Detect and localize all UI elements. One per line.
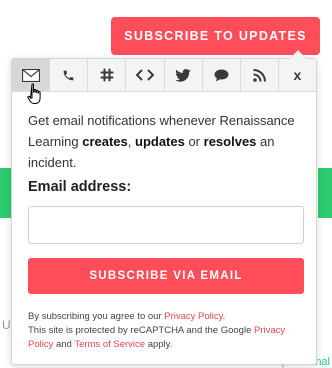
chat-bubble-icon — [214, 69, 229, 82]
slack-icon — [100, 68, 114, 82]
fine-print-text: . — [222, 311, 226, 322]
close-icon: x — [293, 67, 302, 83]
description-keyword-updates: updates — [135, 134, 185, 149]
rss-icon — [253, 68, 266, 82]
email-input[interactable] — [28, 206, 304, 244]
subscription-description: Get email notifications whenever Renaiss… — [28, 110, 300, 173]
tab-close[interactable]: x — [279, 59, 316, 91]
description-separator: , — [127, 134, 135, 149]
description-keyword-creates: creates — [82, 134, 128, 149]
subscribe-popup: x Get email notifications whenever Renai… — [11, 50, 317, 365]
tab-slack[interactable] — [88, 59, 127, 91]
fine-print-text: apply. — [145, 339, 173, 350]
popup-body: Get email notifications whenever Renaiss… — [12, 92, 316, 352]
privacy-policy-link[interactable]: Privacy Policy — [164, 311, 222, 322]
tab-support[interactable] — [203, 59, 241, 91]
popup-arrow — [289, 50, 307, 59]
tab-rss[interactable] — [241, 59, 279, 91]
tab-webhook[interactable] — [126, 59, 165, 91]
email-address-label: Email address: — [28, 179, 132, 195]
phone-icon — [62, 69, 75, 82]
fine-print-text: By subscribing you agree to our — [28, 311, 165, 322]
status-page: U Operational SUBSCRIBE TO UPDATES — [0, 0, 332, 368]
hand-pointer-cursor-icon — [27, 83, 41, 104]
subscribe-via-email-button[interactable]: SUBSCRIBE VIA EMAIL — [28, 258, 304, 294]
twitter-icon — [175, 68, 191, 82]
tab-sms[interactable] — [50, 59, 89, 91]
tab-twitter[interactable] — [165, 59, 203, 91]
recaptcha-notice: By subscribing you agree to our Privacy … — [28, 310, 300, 352]
fine-print-text: This site is protected by reCAPTCHA and … — [28, 325, 254, 336]
description-keyword-resolves: resolves — [203, 134, 257, 149]
status-bar-fragment-right — [318, 168, 332, 218]
code-icon — [135, 69, 154, 81]
terms-of-service-link[interactable]: Terms of Service — [74, 339, 145, 350]
description-separator: or — [184, 134, 204, 149]
subscribe-method-tabs: x — [12, 59, 316, 92]
background-text-fragment: U — [2, 318, 11, 332]
envelope-icon — [21, 68, 40, 82]
fine-print-text: and — [53, 339, 75, 350]
